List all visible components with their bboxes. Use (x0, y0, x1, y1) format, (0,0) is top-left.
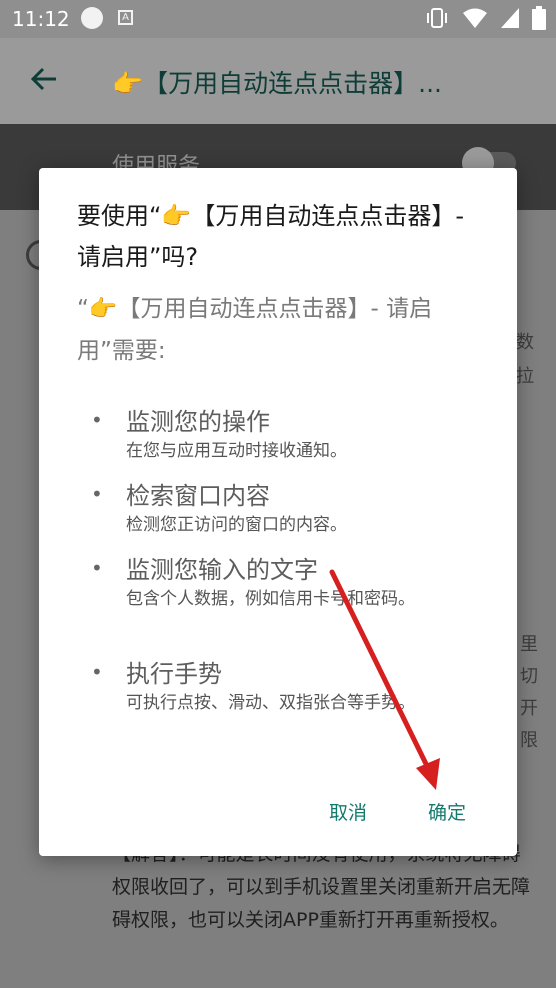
permission-title: 检索窗口内容 (126, 482, 270, 510)
permission-title: 监测您的操作 (126, 408, 270, 436)
arrow-left-icon[interactable] (28, 63, 60, 95)
bullet: • (91, 408, 103, 432)
status-icons (424, 6, 546, 30)
permission-title: 监测您输入的文字 (126, 556, 318, 584)
permission-desc: 包含个人数据，例如信用卡号和密码。 (126, 589, 415, 609)
battery-icon (532, 6, 546, 30)
side-text-fragment: 限 (520, 730, 538, 751)
page-title: 👉【万用自动连点点击器】... (112, 69, 442, 98)
app-bar: 👉【万用自动连点点击器】... (0, 38, 556, 124)
status-bar: 11:12 A (0, 0, 556, 38)
permission-desc: 可执行点按、滑动、双指张合等手势。 (126, 693, 415, 713)
signal-icon (501, 8, 519, 28)
status-time: 11:12 (12, 7, 70, 31)
confirm-button[interactable]: 确定 (428, 798, 466, 825)
a-notification-icon: A (118, 10, 133, 25)
wifi-icon (463, 8, 487, 28)
bullet: • (91, 482, 103, 506)
vibrate-icon (427, 8, 447, 28)
side-text-fragment: 里 (520, 634, 538, 655)
bullet: • (91, 660, 103, 684)
side-text-fragment: 拉 (516, 366, 534, 387)
notification-dot-icon (81, 7, 103, 29)
bullet: • (91, 556, 103, 580)
accessibility-permission-dialog: 要使用“👉【万用自动连点点击器】- 请启用”吗? “👉【万用自动连点点击器】- … (39, 168, 517, 856)
permission-title: 执行手势 (126, 660, 222, 688)
dialog-title: 要使用“👉【万用自动连点点击器】- 请启用”吗? (77, 202, 464, 271)
side-text-fragment: 开 (520, 698, 538, 719)
permission-desc: 检测您正访问的窗口的内容。 (126, 515, 347, 535)
side-text-fragment: 数 (516, 332, 534, 353)
cancel-button[interactable]: 取消 (329, 798, 367, 825)
side-text-fragment: 切 (520, 666, 538, 687)
permission-desc: 在您与应用互动时接收通知。 (126, 441, 347, 461)
dialog-subtitle: “👉【万用自动连点点击器】- 请启用”需要: (77, 296, 433, 364)
